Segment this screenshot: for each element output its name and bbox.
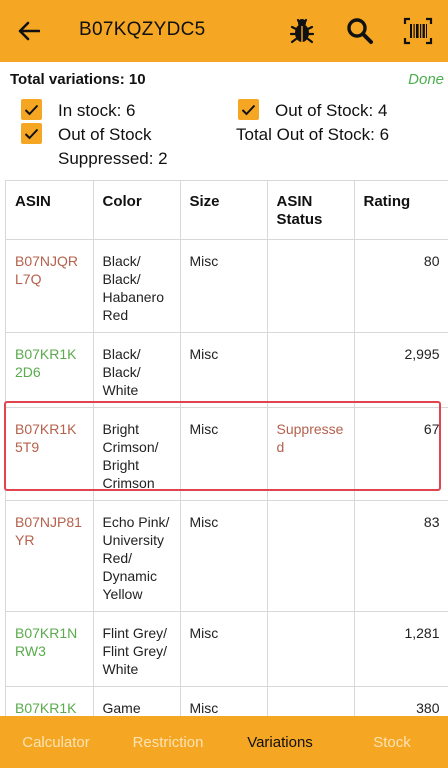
asin-status-header-line1: ASIN	[276, 193, 313, 210]
color-cell: Bright Crimson/ Bright Crimson	[93, 407, 181, 501]
asin-status-cell	[267, 500, 355, 612]
column-header-rating[interactable]: Rating	[354, 181, 448, 240]
rating-cell: 80	[354, 239, 448, 333]
asin-status-cell	[267, 686, 355, 716]
out-of-stock-label: Out of Stock: 4	[275, 101, 388, 120]
asin-status-cell	[267, 332, 355, 408]
asin-cell[interactable]: B07NJP81YR	[6, 500, 94, 612]
rating-cell: 83	[354, 500, 448, 612]
tab-calculator[interactable]: Calculator	[0, 716, 112, 768]
color-cell: Flint Grey/ Flint Grey/ White	[93, 611, 181, 687]
asin-status-cell	[267, 611, 355, 687]
rating-cell: 2,995	[354, 332, 448, 408]
variations-table: ASIN Color Size ASIN Status Rating B07NJQ…	[5, 180, 448, 716]
rating-cell: 67	[354, 407, 448, 501]
size-cell: Misc	[180, 500, 268, 612]
table-row[interactable]: B07NJQRL7Q Black/ Black/ Habanero Red Mi…	[6, 239, 448, 333]
back-arrow-icon[interactable]	[14, 16, 44, 46]
total-out-of-stock-label: Total Out of Stock: 6	[236, 125, 390, 144]
column-header-asin-status[interactable]: ASIN Status	[267, 181, 355, 240]
in-stock-checkbox[interactable]	[21, 99, 42, 120]
size-cell: Misc	[180, 686, 268, 716]
bug-icon[interactable]	[286, 15, 318, 47]
checkmark-icon	[24, 128, 39, 139]
table-row[interactable]: B07KR1K5T9 Bright Crimson/ Bright Crimso…	[6, 407, 448, 501]
column-header-size[interactable]: Size	[180, 181, 268, 240]
asin-status-cell: Suppressed	[267, 407, 355, 501]
done-button[interactable]: Done	[408, 71, 444, 88]
checkmark-icon	[24, 104, 39, 115]
page-title: B07KQZYDC5	[79, 19, 206, 40]
size-cell: Misc	[180, 239, 268, 333]
table-header-row: ASIN Color Size ASIN Status Rating	[6, 181, 448, 240]
color-cell: Game Royal/	[93, 686, 181, 716]
tab-restriction[interactable]: Restriction	[112, 716, 224, 768]
asin-cell[interactable]: B07KR1K5RP	[6, 686, 94, 716]
checkmark-icon	[241, 104, 256, 115]
table-row[interactable]: B07KR1NRW3 Flint Grey/ Flint Grey/ White…	[6, 611, 448, 687]
color-cell: Echo Pink/ University Red/ Dynamic Yello…	[93, 500, 181, 612]
size-cell: Misc	[180, 611, 268, 687]
search-icon[interactable]	[344, 15, 376, 47]
table-row[interactable]: B07KR1K5RP Game Royal/ Misc 380	[6, 686, 448, 716]
total-variations-label: Total variations: 10	[10, 71, 146, 88]
app-bar: B07KQZYDC5	[0, 0, 448, 62]
rating-cell: 380	[354, 686, 448, 716]
in-stock-label: In stock: 6	[58, 101, 136, 120]
column-header-color[interactable]: Color	[93, 181, 181, 240]
table-row[interactable]: B07KR1K2D6 Black/ Black/ White Misc 2,99…	[6, 332, 448, 408]
table-row[interactable]: B07NJP81YR Echo Pink/ University Red/ Dy…	[6, 500, 448, 612]
tab-variations[interactable]: Variations	[224, 716, 336, 768]
out-of-stock-suppressed-label-line2: Suppressed: 2	[58, 149, 168, 168]
barcode-scan-icon[interactable]	[402, 15, 434, 47]
rating-cell: 1,281	[354, 611, 448, 687]
out-of-stock-suppressed-checkbox[interactable]	[21, 123, 42, 144]
asin-cell[interactable]: B07NJQRL7Q	[6, 239, 94, 333]
size-cell: Misc	[180, 332, 268, 408]
asin-cell[interactable]: B07KR1NRW3	[6, 611, 94, 687]
color-cell: Black/ Black/ Habanero Red	[93, 239, 181, 333]
asin-cell[interactable]: B07KR1K5T9	[6, 407, 94, 501]
color-cell: Black/ Black/ White	[93, 332, 181, 408]
asin-status-header-line2: Status	[276, 211, 323, 228]
out-of-stock-suppressed-label-line1: Out of Stock	[58, 125, 152, 144]
asin-cell[interactable]: B07KR1K2D6	[6, 332, 94, 408]
column-header-asin[interactable]: ASIN	[6, 181, 94, 240]
asin-status-cell	[267, 239, 355, 333]
tab-stock[interactable]: Stock	[336, 716, 448, 768]
out-of-stock-checkbox[interactable]	[238, 99, 259, 120]
size-cell: Misc	[180, 407, 268, 501]
bottom-nav: Calculator Restriction Variations Stock	[0, 716, 448, 768]
